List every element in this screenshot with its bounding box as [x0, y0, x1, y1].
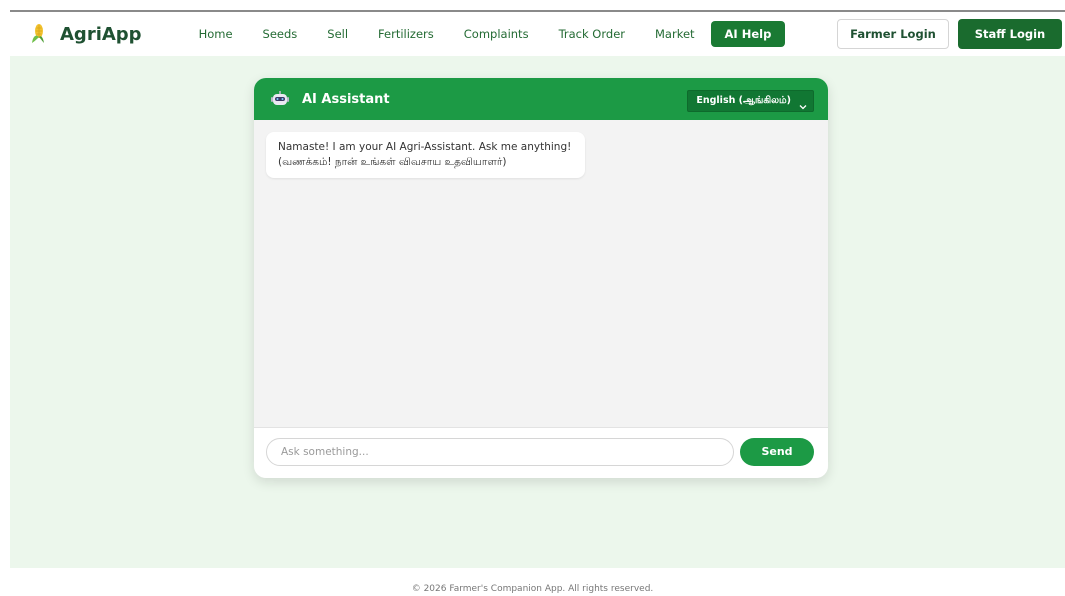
chat-messages[interactable]: Namaste! I am your AI Agri-Assistant. As…: [254, 120, 828, 428]
chat-title: AI Assistant: [302, 91, 390, 107]
bot-message-line: Namaste! I am your AI Agri-Assistant. As…: [278, 141, 572, 153]
nav-link-track-order[interactable]: Track Order: [559, 27, 625, 41]
nav-link-fertilizers[interactable]: Fertilizers: [378, 27, 434, 41]
nav-link-market[interactable]: Market: [655, 27, 695, 41]
language-select[interactable]: English (ஆங்கிலம்): [687, 90, 814, 112]
brand[interactable]: AgriApp: [28, 23, 142, 45]
chat-header: AI Assistant English (ஆங்கிலம்): [254, 78, 828, 120]
robot-icon: [270, 91, 290, 107]
nav-links: Home Seeds Sell Fertilizers Complaints T…: [199, 21, 786, 47]
chat-input[interactable]: [266, 438, 734, 466]
chat-input-bar: Send: [254, 427, 828, 478]
navbar: AgriApp Home Seeds Sell Fertilizers Comp…: [10, 12, 1065, 56]
chat-card: AI Assistant English (ஆங்கிலம்) Namaste!…: [254, 78, 828, 478]
send-button[interactable]: Send: [740, 438, 814, 466]
farmer-login-button[interactable]: Farmer Login: [837, 19, 949, 49]
bot-message: Namaste! I am your AI Agri-Assistant. As…: [266, 132, 586, 178]
nav-link-sell[interactable]: Sell: [327, 27, 348, 41]
language-select-value: English (ஆங்கிலம்): [696, 95, 791, 106]
bot-message-line: (வணக்கம்! நான் உங்கள் விவசாய உதவியாளர்): [278, 156, 507, 168]
staff-login-button[interactable]: Staff Login: [958, 19, 1062, 49]
main-content: AI Assistant English (ஆங்கிலம்) Namaste!…: [10, 56, 1065, 568]
corn-icon: [28, 23, 48, 45]
brand-name: AgriApp: [60, 23, 142, 45]
nav-link-complaints[interactable]: Complaints: [464, 27, 529, 41]
footer-copyright: © 2026 Farmer's Companion App. All right…: [411, 584, 654, 594]
chevron-down-icon: [799, 98, 807, 110]
ai-help-button[interactable]: AI Help: [710, 21, 786, 47]
nav-link-seeds[interactable]: Seeds: [263, 27, 298, 41]
nav-link-home[interactable]: Home: [199, 27, 233, 41]
